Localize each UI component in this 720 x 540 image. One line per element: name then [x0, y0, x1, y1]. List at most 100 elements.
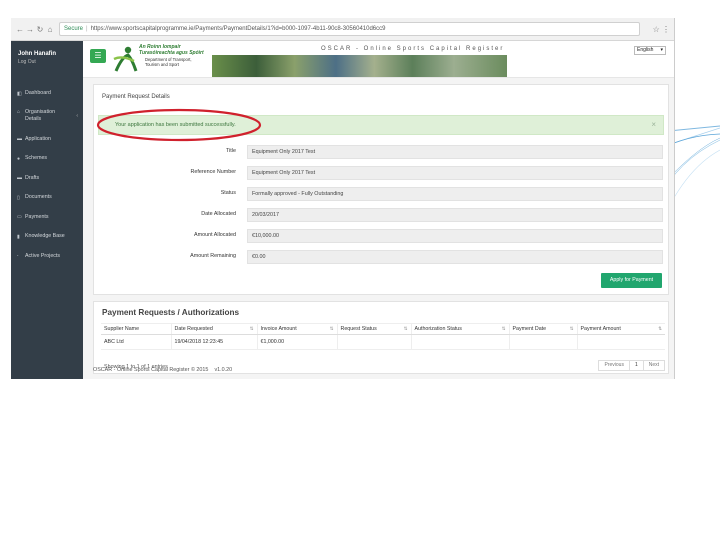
- column-header-label: Payment Amount: [580, 326, 621, 332]
- sidebar-item-dashboard[interactable]: ◧ Dashboard: [11, 84, 83, 104]
- sidebar-item-label: Organisation Details: [25, 108, 56, 122]
- language-select[interactable]: English ▾: [634, 46, 666, 55]
- logo-department: Department of Transport, Tourism and Spo…: [145, 57, 192, 67]
- sidebar-item-label: Dashboard: [25, 90, 51, 97]
- document-icon: ▯: [17, 194, 20, 201]
- column-header-label: Request Status: [340, 326, 377, 332]
- logo-dept-line2: Tourism and Sport: [145, 62, 179, 67]
- sidebar-item-application[interactable]: ▬ Application: [11, 130, 83, 150]
- forward-icon[interactable]: →: [25, 25, 35, 34]
- home-icon[interactable]: ⌂: [45, 25, 55, 34]
- sort-icon: ⇅: [658, 326, 662, 331]
- sort-icon: ⇅: [501, 326, 506, 331]
- column-header-label: Authorization Status: [414, 326, 462, 332]
- reload-icon[interactable]: ↻: [35, 25, 45, 34]
- previous-page-button[interactable]: Previous: [598, 360, 630, 371]
- table-cell: [508, 334, 577, 350]
- users-icon: ●: [17, 155, 21, 162]
- sidebar-item-label: Drafts: [25, 174, 40, 181]
- sidebar-item-drafts[interactable]: ▬ Drafts: [11, 169, 83, 189]
- column-header[interactable]: Date Requested ⇅: [170, 323, 257, 335]
- pin-icon: ⬝: [17, 253, 19, 260]
- payment-details-panel: Payment Request Details Your application…: [93, 84, 669, 295]
- secure-label: Secure: [64, 26, 84, 32]
- header-banner-image: [212, 55, 507, 77]
- table-cell: [336, 334, 411, 350]
- logo-mark-icon: [113, 46, 138, 72]
- browser-toolbar: ← → ↻ ⌂ Secure | https://www.sportscapit…: [11, 18, 674, 41]
- field-value: Formally approved - Fully Outstanding: [247, 187, 663, 201]
- column-header-label: Date Requested: [174, 326, 213, 332]
- back-icon[interactable]: ←: [15, 25, 25, 34]
- close-icon[interactable]: ×: [651, 120, 656, 129]
- sidebar-item-payments[interactable]: ▭ Payments: [11, 208, 83, 228]
- panel-title: Payment Requests / Authorizations: [102, 308, 240, 317]
- sidebar-item-active-projects[interactable]: ⬝ Active Projects: [11, 247, 83, 267]
- sidebar-item-label: Application: [25, 135, 51, 142]
- sidebar-item-label: Active Projects: [25, 252, 61, 259]
- table-cell: €1,000.00: [256, 334, 337, 350]
- column-header[interactable]: Payment Amount ⇅: [576, 323, 665, 335]
- table-row[interactable]: ABC Ltd 19/04/2018 12:23:45 €1,000.00: [101, 334, 665, 350]
- table-cell: [410, 334, 509, 350]
- folder-icon: ▬: [17, 175, 22, 182]
- sidebar: ◧ Dashboard ⌂ Organisation Details ‹ ▬ A…: [11, 78, 83, 379]
- column-header[interactable]: Payment Date ⇅: [508, 323, 577, 335]
- logo-title-line2: Turasóireachta agus Spóirt: [139, 50, 204, 56]
- home-icon: ⌂: [17, 108, 21, 115]
- table-header-row: Supplier Name Date Requested ⇅ Invoice Am…: [101, 323, 665, 335]
- sort-icon: ⇅: [403, 326, 408, 331]
- sidebar-item-organisation-details[interactable]: ⌂ Organisation Details ‹: [11, 104, 83, 130]
- url-separator: |: [86, 26, 88, 32]
- apply-for-payment-button[interactable]: Apply for Payment: [601, 273, 662, 288]
- footer: OSCAR - Online Sports Capital Register ©…: [93, 367, 232, 373]
- sidebar-item-label: Schemes: [25, 155, 48, 162]
- sidebar-item-schemes[interactable]: ● Schemes: [11, 149, 83, 169]
- address-bar[interactable]: Secure | https://www.sportscapitalprogra…: [59, 22, 640, 36]
- field-amount-remaining: Amount Remaining €0.00: [94, 250, 670, 264]
- menu-toggle-button[interactable]: ☰: [90, 49, 106, 63]
- column-header[interactable]: Invoice Amount ⇅: [256, 323, 337, 335]
- field-label: Amount Allocated: [194, 232, 236, 238]
- panel-heading: Payment Request Details: [102, 94, 170, 100]
- sidebar-item-label: Payments: [25, 213, 49, 220]
- column-header[interactable]: Request Status ⇅: [336, 323, 411, 335]
- user-block: John Hanafin Log Out: [11, 41, 83, 78]
- sidebar-item-label: Knowledge Base: [25, 233, 65, 240]
- column-header[interactable]: Authorization Status ⇅: [410, 323, 509, 335]
- app-header: John Hanafin Log Out ☰ An Roinn Iompair …: [11, 41, 674, 78]
- sort-icon: ⇅: [569, 326, 574, 331]
- column-header[interactable]: Supplier Name: [101, 323, 171, 335]
- field-value: €10,000.00: [247, 229, 663, 243]
- sidebar-item-documents[interactable]: ▯ Documents: [11, 188, 83, 208]
- sidebar-item-knowledge-base[interactable]: ▮ Knowledge Base: [11, 227, 83, 247]
- field-label: Title: [226, 148, 236, 154]
- field-value: Equipment Only 2017 Test: [247, 145, 663, 159]
- folder-icon: ▬: [17, 136, 22, 143]
- column-header-label: Invoice Amount: [260, 326, 297, 332]
- footer-version: v1.0.20: [214, 367, 233, 373]
- page-1-button[interactable]: 1: [628, 360, 644, 371]
- dashboard-icon: ◧: [17, 90, 22, 97]
- next-page-button[interactable]: Next: [642, 360, 665, 371]
- table-cell: 19/04/2018 12:23:45: [170, 334, 257, 350]
- column-header-label: Supplier Name: [104, 326, 140, 332]
- url-text: https://www.sportscapitalprogramme.ie/Pa…: [90, 26, 386, 32]
- sort-icon: ⇅: [329, 326, 334, 331]
- field-reference-number: Reference Number Equipment Only 2017 Tes…: [94, 166, 670, 180]
- caret-down-icon: ▾: [660, 47, 663, 53]
- field-status: Status Formally approved - Fully Outstan…: [94, 187, 670, 201]
- field-amount-allocated: Amount Allocated €10,000.00: [94, 229, 670, 243]
- user-name: John Hanafin: [18, 51, 57, 57]
- field-value: €0.00: [247, 250, 663, 264]
- payments-icon: ▭: [17, 214, 22, 221]
- logo-title: An Roinn Iompair Turasóireachta agus Spó…: [139, 44, 204, 56]
- column-header-label: Payment Date: [512, 326, 547, 332]
- app-screenshot: ← → ↻ ⌂ Secure | https://www.sportscapit…: [11, 18, 675, 379]
- logout-link[interactable]: Log Out: [18, 59, 83, 65]
- chevron-left-icon: ‹: [76, 112, 78, 119]
- table-cell: ABC Ltd: [101, 334, 171, 350]
- bookmark-star-icon[interactable]: ☆ ⋮: [644, 25, 670, 34]
- pagination: Previous 1 Next: [598, 360, 665, 371]
- field-label: Status: [220, 190, 236, 196]
